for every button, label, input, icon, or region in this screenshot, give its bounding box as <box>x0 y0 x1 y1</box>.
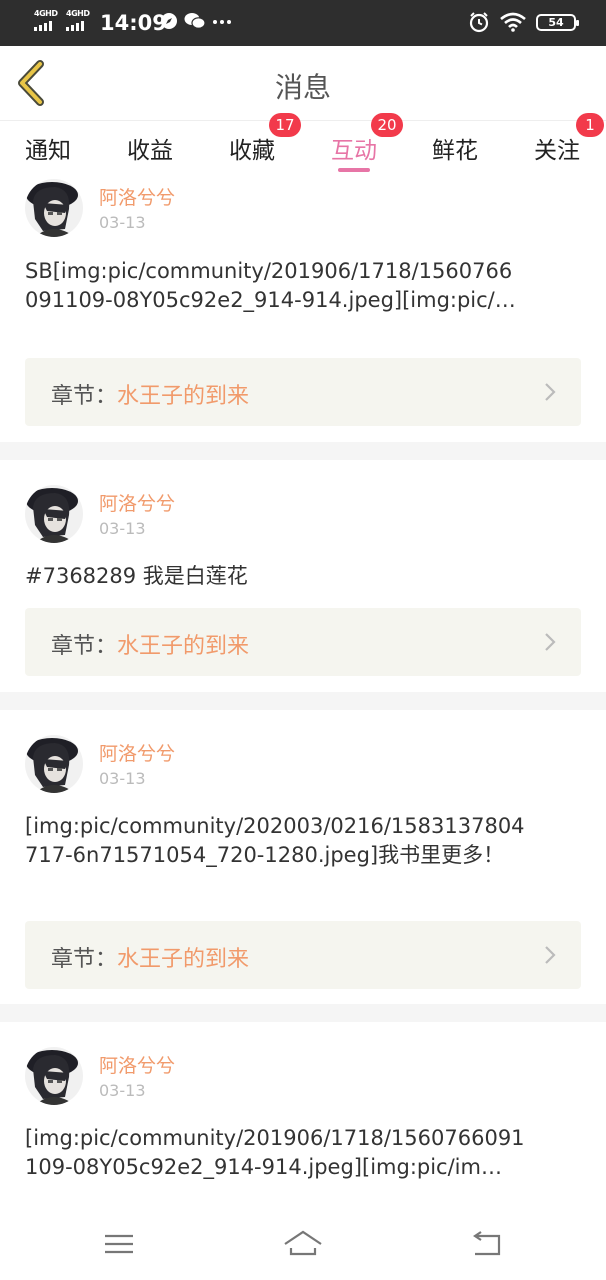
username[interactable]: 阿洛兮兮 <box>99 489 175 516</box>
username[interactable]: 阿洛兮兮 <box>99 183 175 210</box>
chapter-label: 章节：水王子的到来 <box>51 628 249 660</box>
avatar[interactable] <box>25 735 83 793</box>
post-content[interactable]: #7368289 我是白莲花 <box>25 562 525 591</box>
username[interactable]: 阿洛兮兮 <box>99 1051 175 1078</box>
network-indicator-1: 4GHD <box>34 9 58 31</box>
message-card: 阿洛兮兮 03-13 [img:pic/community/202003/021… <box>0 710 606 1004</box>
avatar-image <box>25 1047 83 1105</box>
message-card: 阿洛兮兮 03-13 [img:pic/community/201906/171… <box>0 1022 606 1210</box>
wechat-icon <box>184 13 206 29</box>
tab-label: 关注 <box>534 138 580 164</box>
tab-favorites[interactable]: 收藏 17 <box>229 113 301 165</box>
signal-icon <box>34 20 52 31</box>
tab-label: 收藏 <box>229 138 275 164</box>
home-button[interactable] <box>283 1228 323 1260</box>
tab-label: 鲜花 <box>432 138 478 164</box>
chevron-right-icon <box>545 946 556 964</box>
return-icon <box>473 1231 501 1256</box>
signal-icon <box>66 20 84 31</box>
menu-button[interactable] <box>99 1228 139 1260</box>
battery-level: 54 <box>548 15 564 29</box>
alarm-icon <box>469 12 489 33</box>
active-tab-indicator <box>338 168 370 172</box>
chapter-label: 章节：水王子的到来 <box>51 941 249 973</box>
network-type-label: 4GHD <box>34 9 58 18</box>
status-bar: 4GHD 4GHD 14:09 54 <box>0 0 606 46</box>
return-button[interactable] <box>467 1228 507 1260</box>
tab-flowers[interactable]: 鲜花 <box>432 131 478 165</box>
system-nav-bar <box>0 1210 606 1280</box>
avatar-image <box>25 735 83 793</box>
network-type-label: 4GHD <box>66 9 90 18</box>
chapter-link[interactable]: 章节：水王子的到来 <box>25 921 581 989</box>
chapter-link[interactable]: 章节：水王子的到来 <box>25 358 581 426</box>
app-header: 消息 <box>0 46 606 121</box>
post-date: 03-13 <box>99 519 146 538</box>
page-title: 消息 <box>274 71 331 104</box>
home-icon <box>284 1230 322 1256</box>
post-content[interactable]: [img:pic/community/202003/0216/158313780… <box>25 812 525 899</box>
post-date: 03-13 <box>99 213 146 232</box>
chevron-right-icon <box>545 383 556 401</box>
chapter-prefix: 章节： <box>51 634 118 659</box>
post-date: 03-13 <box>99 769 146 788</box>
chapter-prefix: 章节： <box>51 384 118 409</box>
chapter-prefix: 章节： <box>51 947 118 972</box>
avatar-image <box>25 485 83 543</box>
avatar-image <box>25 179 83 237</box>
system-icons: 54 <box>468 11 579 33</box>
message-card: 阿洛兮兮 03-13 #7368289 我是白莲花 章节：水王子的到来 <box>0 460 606 692</box>
avatar[interactable] <box>25 179 83 237</box>
notification-icons <box>160 12 232 30</box>
compass-icon <box>161 13 177 29</box>
tab-badge: 17 <box>269 113 301 137</box>
post-content[interactable]: SB[img:pic/community/201906/1718/1560766… <box>25 257 525 344</box>
chapter-link[interactable]: 章节：水王子的到来 <box>25 608 581 676</box>
avatar[interactable] <box>25 1047 83 1105</box>
chapter-title: 水王子的到来 <box>117 947 250 972</box>
tab-badge: 20 <box>371 113 403 137</box>
tab-earnings[interactable]: 收益 <box>127 131 173 165</box>
network-indicator-2: 4GHD <box>66 9 90 31</box>
more-icon <box>213 20 231 24</box>
tab-label: 收益 <box>127 138 173 164</box>
chapter-title: 水王子的到来 <box>117 634 250 659</box>
tab-bar: 通知 收益 收藏 17 互动 20 鲜花 关注 1 <box>0 113 606 176</box>
post-content[interactable]: [img:pic/community/201906/1718/156076609… <box>25 1124 525 1210</box>
chevron-right-icon <box>545 633 556 651</box>
tab-label: 通知 <box>25 138 71 164</box>
menu-icon <box>105 1234 133 1254</box>
tab-follows[interactable]: 关注 1 <box>534 113 604 165</box>
chapter-label: 章节：水王子的到来 <box>51 378 249 410</box>
wifi-icon <box>500 12 526 32</box>
avatar[interactable] <box>25 485 83 543</box>
tab-badge: 1 <box>576 113 604 137</box>
chapter-title: 水王子的到来 <box>117 384 250 409</box>
username[interactable]: 阿洛兮兮 <box>99 739 175 766</box>
post-date: 03-13 <box>99 1081 146 1100</box>
tab-notifications[interactable]: 通知 <box>25 131 71 165</box>
tab-label: 互动 <box>331 138 377 164</box>
tab-interactions[interactable]: 互动 20 <box>331 113 403 165</box>
message-card: 阿洛兮兮 03-13 SB[img:pic/community/201906/1… <box>0 176 606 442</box>
message-feed[interactable]: 阿洛兮兮 03-13 SB[img:pic/community/201906/1… <box>0 176 606 1210</box>
battery-icon: 54 <box>536 13 579 31</box>
clock: 14:09 <box>100 11 167 35</box>
